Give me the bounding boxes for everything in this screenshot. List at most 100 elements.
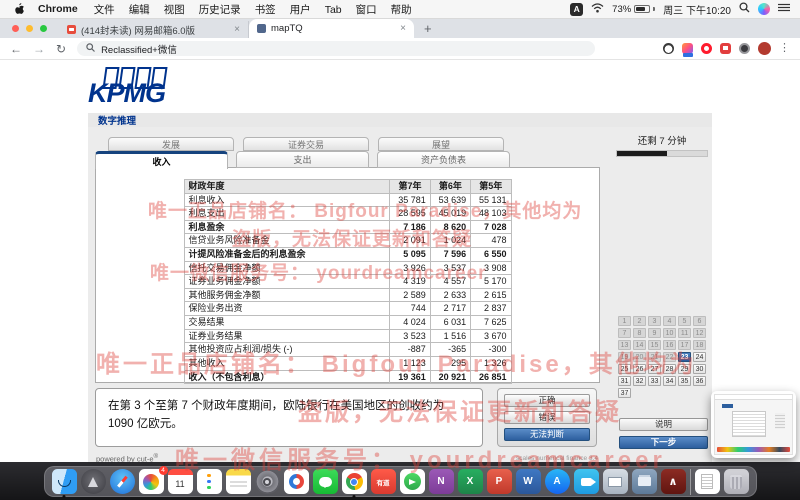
menu-app-name[interactable]: Chrome	[38, 3, 78, 15]
question-number-cell[interactable]: 30	[693, 364, 706, 374]
reload-icon[interactable]: ↻	[56, 43, 66, 55]
answer-button[interactable]: 无法判断	[504, 428, 590, 441]
forward-icon[interactable]: →	[33, 43, 45, 55]
question-number-cell[interactable]: 28	[663, 364, 676, 374]
extension-panda-icon[interactable]	[663, 43, 674, 54]
dock-icon-youdao[interactable]: 有道	[370, 469, 396, 494]
dock-icon-preview[interactable]	[602, 469, 628, 494]
answer-button[interactable]: 错误	[504, 411, 590, 424]
page-tab[interactable]: 展望	[378, 137, 504, 151]
dock-icon-notes[interactable]	[225, 469, 251, 494]
question-number-cell[interactable]: 36	[693, 376, 706, 386]
question-number-cell[interactable]: 4	[663, 316, 676, 326]
tab-close-icon[interactable]: ×	[400, 23, 406, 34]
question-number-cell[interactable]: 22	[663, 352, 676, 362]
question-number-cell[interactable]: 1	[618, 316, 631, 326]
extension-dark-icon[interactable]	[739, 43, 750, 54]
pip-preview-window[interactable]	[711, 391, 796, 458]
dock-icon-safari[interactable]	[109, 469, 135, 494]
question-number-cell[interactable]: 18	[693, 340, 706, 350]
question-number-cell[interactable]: 20	[633, 352, 646, 362]
dock-icon-trash[interactable]	[723, 469, 749, 494]
back-icon[interactable]: ←	[10, 43, 22, 55]
tab-close-icon[interactable]: ×	[234, 24, 240, 35]
page-tab[interactable]: 收入	[95, 151, 228, 169]
question-number-cell[interactable]: 19	[618, 352, 631, 362]
dock-icon-photos[interactable]: 4	[138, 466, 168, 494]
question-number-cell[interactable]: 21	[648, 352, 661, 362]
question-number-cell[interactable]: 37	[618, 388, 631, 398]
answer-button[interactable]: 正确	[504, 394, 590, 407]
page-tab[interactable]: 支出	[236, 151, 369, 168]
question-number-cell[interactable]: 11	[678, 328, 691, 338]
minimize-window-button[interactable]	[26, 25, 33, 32]
zoom-window-button[interactable]	[40, 25, 47, 32]
dock-icon-reminders[interactable]	[196, 469, 222, 494]
notification-center-icon[interactable]	[778, 3, 790, 15]
menu-item[interactable]: 窗口	[356, 4, 377, 16]
dock-icon-word[interactable]: W	[515, 469, 541, 494]
spotlight-icon[interactable]	[739, 2, 750, 16]
menu-item[interactable]: 编辑	[129, 4, 150, 16]
dock-icon-wechat[interactable]	[312, 469, 338, 494]
question-number-cell[interactable]: 6	[693, 316, 706, 326]
question-number-cell[interactable]: 17	[678, 340, 691, 350]
question-number-cell[interactable]: 29	[678, 364, 691, 374]
browser-tab-maptq[interactable]: mapTQ ×	[249, 19, 414, 38]
dock-icon-calendar[interactable]: 11	[167, 469, 193, 494]
new-tab-button[interactable]: +	[424, 22, 432, 35]
page-tab[interactable]: 证券交易	[243, 137, 369, 151]
menu-item[interactable]: Tab	[325, 4, 342, 16]
apple-menu-icon[interactable]	[14, 2, 25, 16]
dock-icon-archive-box[interactable]	[631, 469, 657, 494]
dock-icon-finder[interactable]: 1	[51, 469, 77, 498]
browser-tab-mail[interactable]: (414封未读) 网易邮箱6.0版 ×	[59, 21, 249, 38]
close-window-button[interactable]	[12, 25, 19, 32]
menu-clock[interactable]: 周三 下午10:20	[663, 2, 731, 17]
question-number-cell[interactable]: 23	[678, 352, 691, 362]
menu-item[interactable]: 视图	[164, 4, 185, 16]
menu-item[interactable]: 书签	[255, 4, 276, 16]
dock-icon-facetime[interactable]	[573, 469, 599, 494]
question-number-cell[interactable]: 32	[633, 376, 646, 386]
battery-indicator[interactable]: 73%	[612, 4, 656, 15]
dock-icon-telegram[interactable]	[399, 469, 425, 494]
question-number-cell[interactable]: 33	[648, 376, 661, 386]
input-method-icon[interactable]: A	[570, 2, 584, 16]
dock-icon-acrobat[interactable]: ∧	[660, 469, 686, 494]
dock-icon-powerpoint[interactable]: P	[486, 469, 512, 494]
question-number-cell[interactable]: 34	[663, 376, 676, 386]
question-number-cell[interactable]: 12	[693, 328, 706, 338]
question-number-cell[interactable]: 10	[663, 328, 676, 338]
question-number-cell[interactable]: 27	[648, 364, 661, 374]
profile-avatar[interactable]	[758, 42, 771, 55]
question-number-cell[interactable]: 35	[678, 376, 691, 386]
siri-icon[interactable]	[758, 3, 770, 15]
question-number-cell[interactable]: 24	[693, 352, 706, 362]
question-number-cell[interactable]: 9	[648, 328, 661, 338]
question-number-cell[interactable]: 16	[663, 340, 676, 350]
dock-icon-system-preferences[interactable]	[254, 469, 280, 494]
extension-mail-icon[interactable]	[720, 43, 731, 54]
question-number-cell[interactable]: 7	[618, 328, 631, 338]
question-number-cell[interactable]: 15	[648, 340, 661, 350]
question-number-cell[interactable]: 13	[618, 340, 631, 350]
dock-icon-chrome[interactable]: 1	[341, 469, 367, 498]
dock-icon-onenote[interactable]: N	[428, 469, 454, 494]
extension-opera-icon[interactable]	[701, 43, 712, 54]
question-number-cell[interactable]: 31	[618, 376, 631, 386]
browser-menu-icon[interactable]: ⋮	[779, 43, 790, 54]
dock-icon-app-store[interactable]: A	[544, 469, 570, 494]
wifi-icon[interactable]	[591, 2, 604, 16]
instructions-button[interactable]: 说明	[619, 418, 708, 431]
dock-icon-document[interactable]	[694, 469, 720, 494]
page-tab[interactable]: 资产负债表	[377, 151, 510, 168]
question-number-cell[interactable]: 3	[648, 316, 661, 326]
next-button[interactable]: 下一步	[619, 436, 708, 449]
question-number-cell[interactable]: 5	[678, 316, 691, 326]
address-bar[interactable]: Reclassified+微信	[77, 41, 596, 56]
question-number-cell[interactable]: 26	[633, 364, 646, 374]
page-tab[interactable]: 发展	[108, 137, 234, 151]
question-number-cell[interactable]: 2	[633, 316, 646, 326]
menu-item[interactable]: 历史记录	[199, 4, 241, 16]
